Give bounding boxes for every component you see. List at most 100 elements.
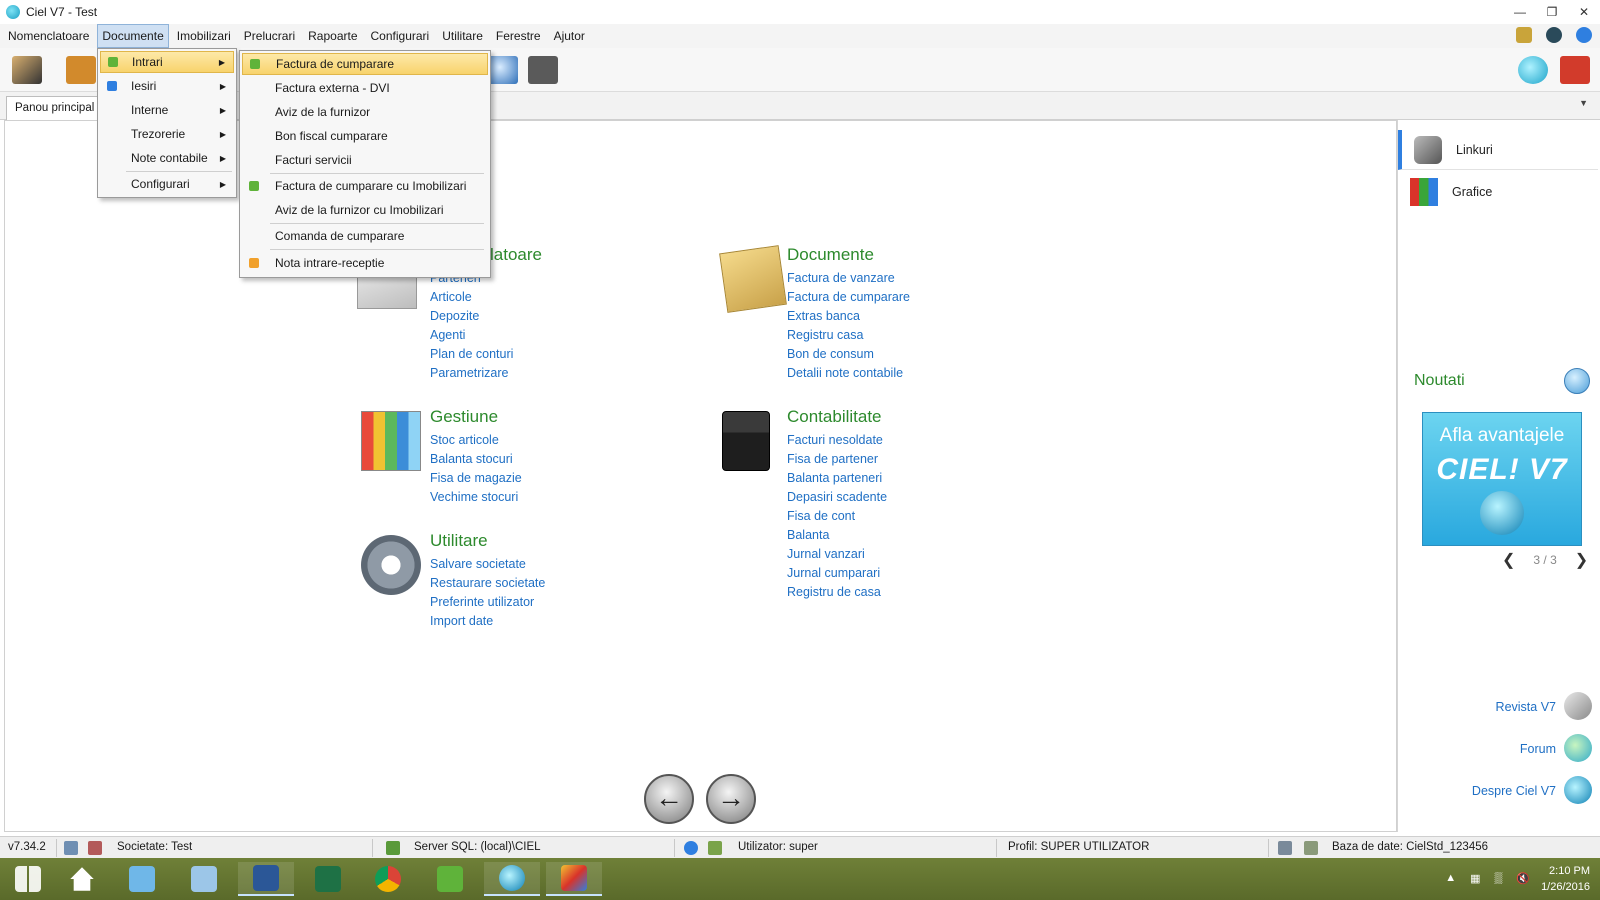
tray-volume-muted-icon[interactable]: 🔇	[1516, 872, 1530, 885]
link-articole[interactable]: Articole	[430, 288, 542, 307]
link-depasiri-scadente[interactable]: Depasiri scadente	[787, 488, 887, 507]
tray-windows-icon[interactable]: ▦	[1470, 872, 1480, 885]
link-bon-de-consum[interactable]: Bon de consum	[787, 345, 910, 364]
download-icon[interactable]	[1564, 368, 1590, 394]
submenu-item-aviz-de-la-furnizor[interactable]: Aviz de la furnizor	[242, 101, 488, 123]
link-revista-v7[interactable]: Revista V7	[1496, 700, 1556, 714]
menu-imobilizari[interactable]: Imobilizari	[172, 24, 236, 48]
link-despre-ciel-v7[interactable]: Despre Ciel V7	[1472, 784, 1556, 798]
submenu-item-aviz-furnizor-imobilizari[interactable]: Aviz de la furnizor cu Imobilizari	[242, 199, 488, 221]
menu-item-iesiri[interactable]: Iesiri ▶	[100, 75, 234, 97]
menu-nomenclatoare[interactable]: Nomenclatoare	[3, 24, 94, 48]
menu-ferestre[interactable]: Ferestre	[491, 24, 546, 48]
link-fisa-de-cont[interactable]: Fisa de cont	[787, 507, 887, 526]
minimize-icon[interactable]: —	[1504, 0, 1536, 24]
taskbar-excel[interactable]	[300, 862, 356, 896]
menu-configurari[interactable]: Configurari	[366, 24, 435, 48]
link-detalii-note-contabile[interactable]: Detalii note contabile	[787, 364, 910, 383]
submenu-item-bon-fiscal-cumparare[interactable]: Bon fiscal cumparare	[242, 125, 488, 147]
chevron-left-icon[interactable]: ❮	[1502, 550, 1515, 570]
taskbar-cloud-app[interactable]	[422, 862, 478, 896]
chevron-right-icon[interactable]: ❯	[1575, 550, 1588, 570]
promo-logo: CIEL! V7	[1436, 453, 1568, 486]
handshake-icon[interactable]	[12, 56, 42, 84]
start-button[interactable]	[0, 862, 56, 896]
rp-grafice[interactable]: Grafice	[1398, 172, 1598, 212]
menu-item-interne[interactable]: Interne ▶	[100, 99, 234, 121]
submenu-item-factura-externa-dvi[interactable]: Factura externa - DVI	[242, 77, 488, 99]
menu-utilitare[interactable]: Utilitare	[437, 24, 488, 48]
menu-prelucrari[interactable]: Prelucrari	[239, 24, 300, 48]
link-fisa-de-magazie[interactable]: Fisa de magazie	[430, 469, 522, 488]
rp-linkuri[interactable]: Linkuri	[1398, 130, 1598, 170]
link-facturi-nesoldate[interactable]: Facturi nesoldate	[787, 431, 887, 450]
tray-chevron-up-icon[interactable]: ▲	[1445, 872, 1456, 885]
submenu-item-nota-intrare-receptie[interactable]: Nota intrare-receptie	[242, 252, 488, 274]
tray-network-icon[interactable]: ▒	[1495, 872, 1503, 885]
taskbar-ciel[interactable]	[484, 862, 540, 896]
word-icon	[253, 865, 279, 891]
chat-icon[interactable]	[1518, 56, 1548, 84]
status-separator	[1268, 839, 1269, 857]
folder-icon	[719, 245, 787, 313]
link-restaurare-societate[interactable]: Restaurare societate	[430, 574, 545, 593]
link-salvare-societate[interactable]: Salvare societate	[430, 555, 545, 574]
menu-documente[interactable]: Documente	[97, 24, 169, 48]
link-balanta-stocuri[interactable]: Balanta stocuri	[430, 450, 522, 469]
back-arrow-icon[interactable]: ←	[644, 774, 694, 824]
submenu-item-facturi-servicii[interactable]: Facturi servicii	[242, 149, 488, 171]
menu-item-intrari[interactable]: Intrari ▶	[100, 51, 234, 73]
taskbar-word[interactable]	[238, 862, 294, 896]
close-icon[interactable]: ✕	[1568, 0, 1600, 24]
status-profile: Profil: SUPER UTILIZATOR	[1008, 841, 1150, 853]
submenu-item-comanda-de-cumparare[interactable]: Comanda de cumparare	[242, 225, 488, 247]
link-fisa-de-partener[interactable]: Fisa de partener	[787, 450, 887, 469]
link-vechime-stocuri[interactable]: Vechime stocuri	[430, 488, 522, 507]
forward-arrow-icon[interactable]: →	[706, 774, 756, 824]
menu-item-note-contabile[interactable]: Note contabile ▶	[100, 147, 234, 169]
computer-icon	[191, 866, 217, 892]
link-registru-de-casa[interactable]: Registru de casa	[787, 583, 887, 602]
submenu-arrow-icon: ▶	[219, 179, 226, 189]
link-extras-banca[interactable]: Extras banca	[787, 307, 910, 326]
link-factura-de-cumparare[interactable]: Factura de cumparare	[787, 288, 910, 307]
taskbar-paint-app[interactable]	[546, 862, 602, 896]
taskbar-computer[interactable]	[176, 862, 232, 896]
link-balanta-parteneri[interactable]: Balanta parteneri	[787, 469, 887, 488]
taskbar-control-panel[interactable]	[114, 862, 170, 896]
calculator-icon[interactable]	[528, 56, 558, 84]
link-agenti[interactable]: Agenti	[430, 326, 542, 345]
link-jurnal-cumparari[interactable]: Jurnal cumparari	[787, 564, 887, 583]
submenu-item-factura-de-cumparare[interactable]: Factura de cumparare	[242, 53, 488, 75]
restore-icon[interactable]: ❐	[1536, 0, 1568, 24]
link-import-date[interactable]: Import date	[430, 612, 545, 631]
menu-item-configurari[interactable]: Configurari ▶	[100, 173, 234, 195]
link-forum[interactable]: Forum	[1520, 742, 1556, 756]
sync-icon[interactable]	[1546, 27, 1562, 43]
menu-ajutor[interactable]: Ajutor	[549, 24, 590, 48]
link-balanta[interactable]: Balanta	[787, 526, 887, 545]
menu-item-trezorerie[interactable]: Trezorerie ▶	[100, 123, 234, 145]
taskbar-clock[interactable]: 2:10 PM 1/26/2016	[1541, 863, 1590, 895]
taskbar-home[interactable]	[54, 862, 110, 896]
main-panel: latoare Parteneri Articole Depozite Agen…	[4, 120, 1397, 832]
link-stoc-articole[interactable]: Stoc articole	[430, 431, 522, 450]
help-icon[interactable]	[1576, 27, 1592, 43]
link-depozite[interactable]: Depozite	[430, 307, 542, 326]
taskbar-chrome[interactable]	[360, 862, 416, 896]
exit-icon[interactable]	[1560, 56, 1590, 84]
chevron-down-icon[interactable]: ▼	[1579, 98, 1588, 108]
box-icon[interactable]	[66, 56, 96, 84]
search-report-icon[interactable]	[488, 56, 518, 84]
link-factura-de-vanzare[interactable]: Factura de vanzare	[787, 269, 910, 288]
link-preferinte-utilizator[interactable]: Preferinte utilizator	[430, 593, 545, 612]
calendar-icon[interactable]	[1516, 27, 1532, 43]
submenu-item-factura-cumparare-imobilizari[interactable]: Factura de cumparare cu Imobilizari	[242, 175, 488, 197]
promo-banner[interactable]: Afla avantajele CIEL! V7	[1422, 412, 1582, 546]
link-jurnal-vanzari[interactable]: Jurnal vanzari	[787, 545, 887, 564]
link-plan-de-conturi[interactable]: Plan de conturi	[430, 345, 542, 364]
link-registru-casa[interactable]: Registru casa	[787, 326, 910, 345]
menu-rapoarte[interactable]: Rapoarte	[303, 24, 362, 48]
tab-panou-principal[interactable]: Panou principal	[6, 96, 104, 120]
link-parametrizare[interactable]: Parametrizare	[430, 364, 542, 383]
